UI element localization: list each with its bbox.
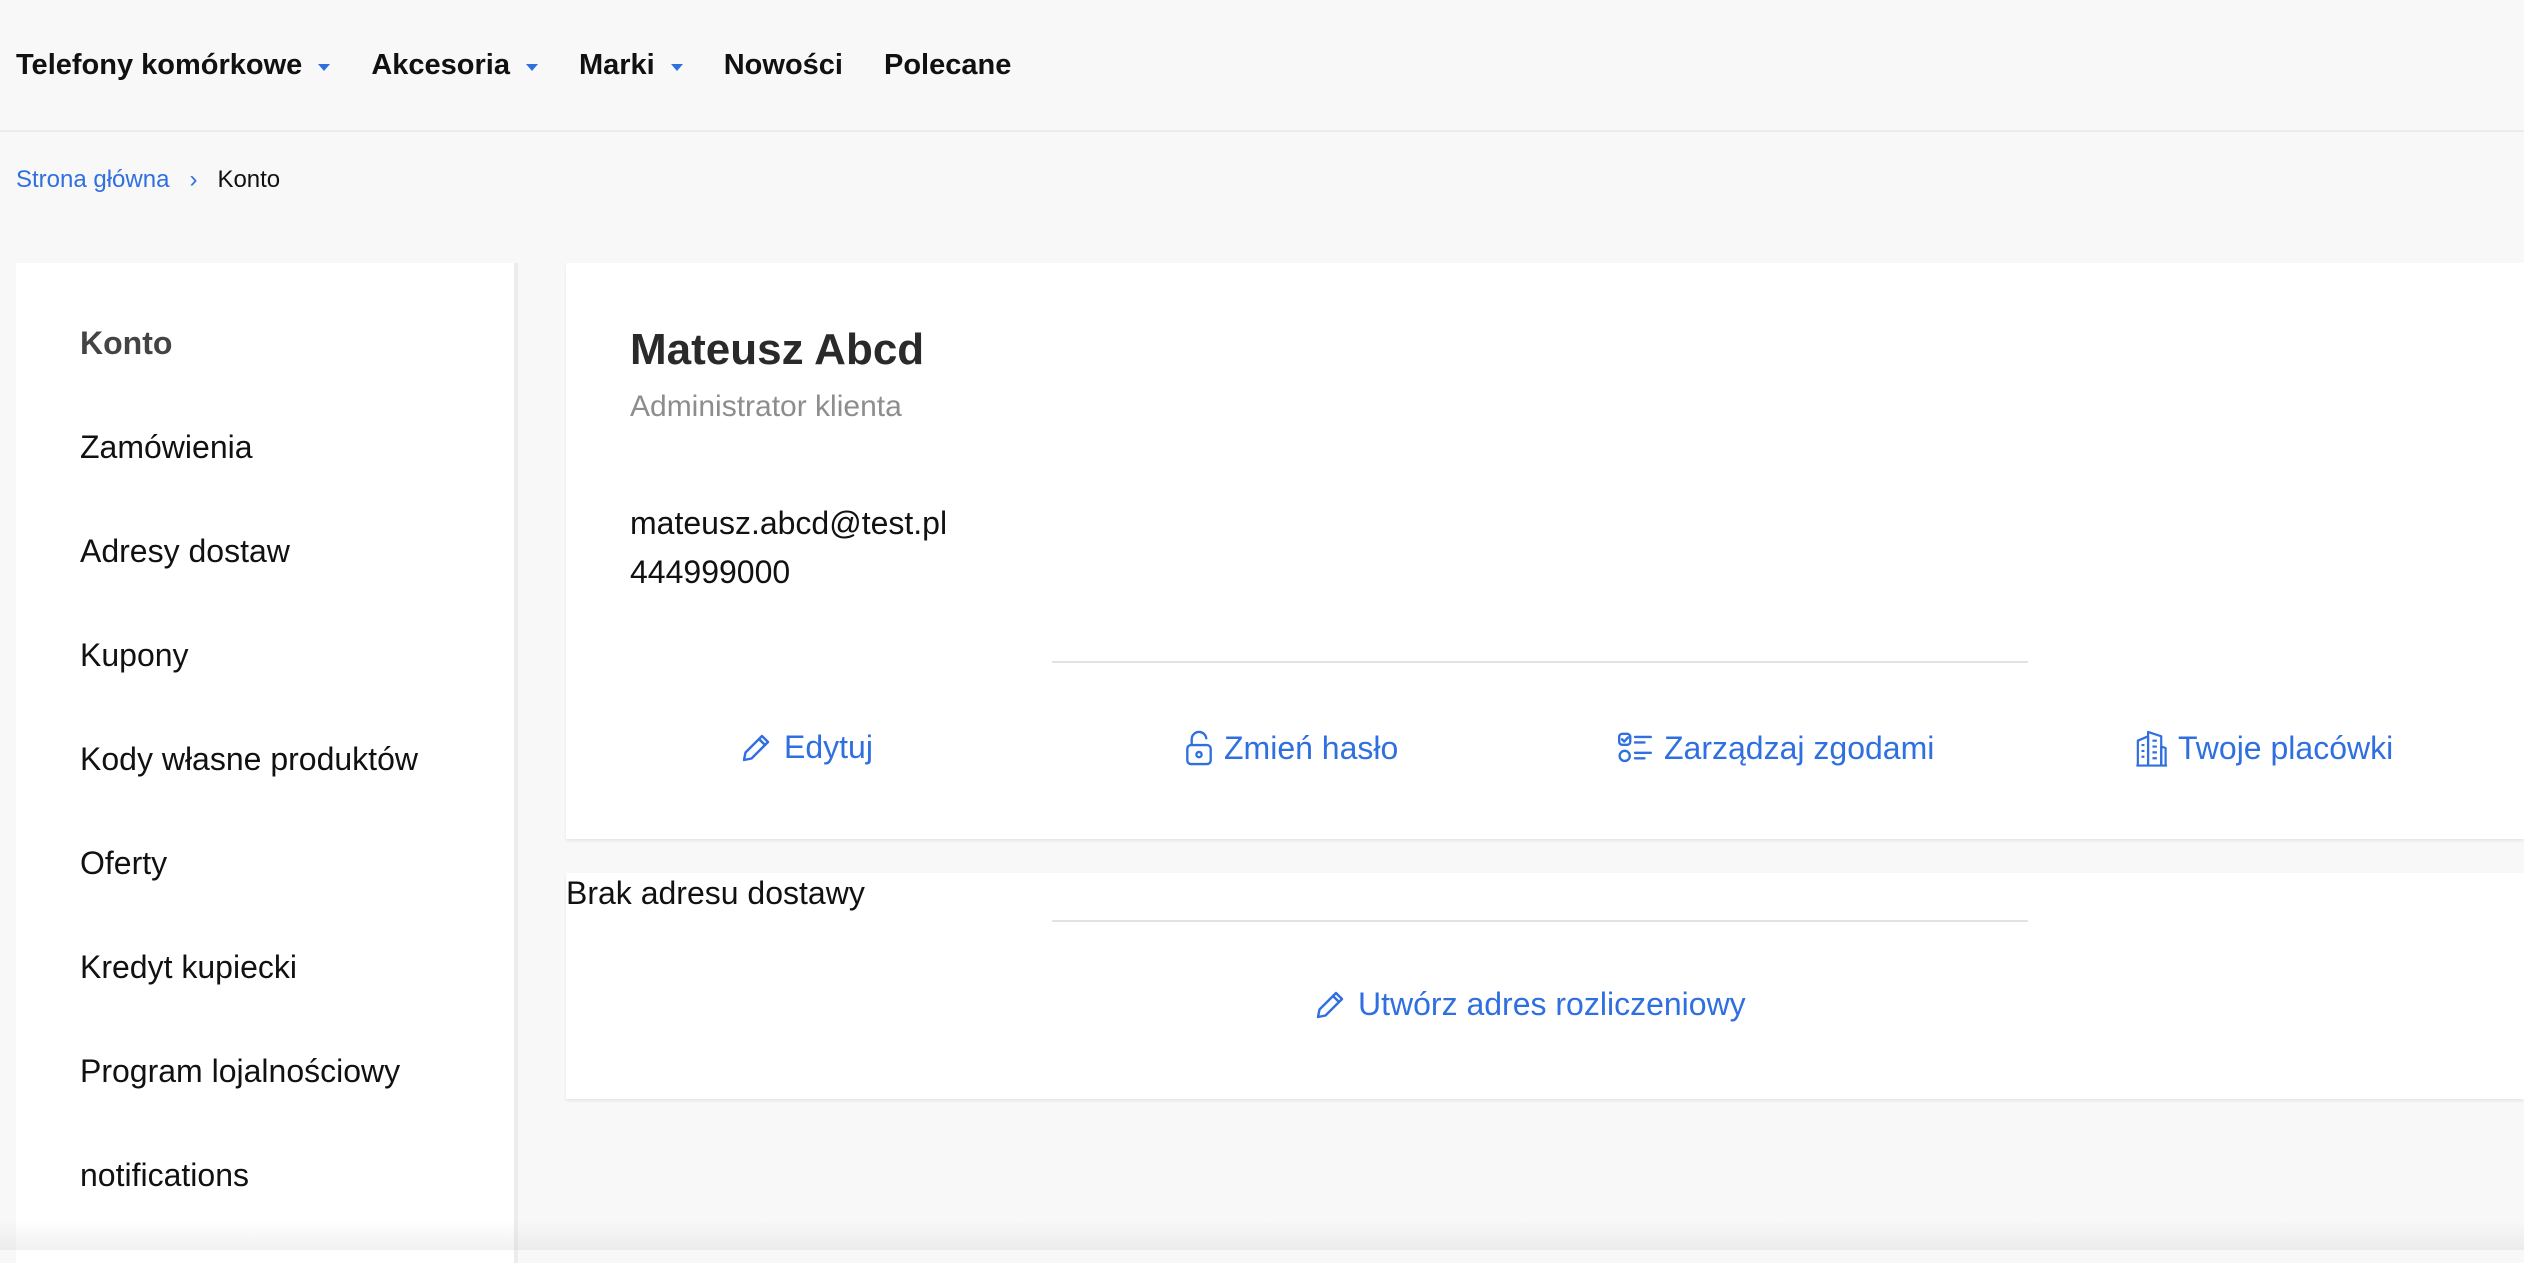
- chevron-down-icon: [318, 63, 331, 71]
- nav-item-label: Nowości: [723, 48, 843, 81]
- lock-icon: [1186, 730, 1212, 766]
- breadcrumb: Strona główna › Konto: [16, 162, 280, 198]
- sidebar-item-kody-wlasne[interactable]: Kody własne produktów: [80, 741, 418, 778]
- nav-item-label: Polecane: [883, 48, 1012, 81]
- nav-item-label: Akcesoria: [371, 48, 510, 81]
- profile-email: mateusz.abcd@test.pl: [630, 505, 948, 541]
- chevron-down-icon: [670, 63, 683, 71]
- account-sidebar: Konto Zamówienia Adresy dostaw Kupony Ko…: [16, 263, 518, 1263]
- sidebar-item-oferty[interactable]: Oferty: [80, 845, 167, 882]
- divider: [1052, 661, 2028, 663]
- your-branches-label: Twoje placówki: [2178, 729, 2394, 766]
- change-password-label: Zmień hasło: [1224, 729, 1399, 766]
- nav-item-label: Telefony komórkowe: [16, 48, 303, 81]
- chevron-down-icon: [525, 63, 538, 71]
- manage-consents-label: Zarządzaj zgodami: [1664, 729, 1935, 766]
- create-billing-address-label: Utwórz adres rozliczeniowy: [1358, 986, 1746, 1022]
- nav-item-telefony[interactable]: Telefony komórkowe: [16, 48, 331, 82]
- pencil-icon: [742, 734, 770, 761]
- breadcrumb-current: Konto: [217, 166, 281, 193]
- profile-name: Mateusz Abcd: [630, 325, 925, 374]
- nav-item-akcesoria[interactable]: Akcesoria: [371, 49, 538, 82]
- chevron-right-icon: ›: [189, 166, 198, 193]
- nav-item-nowosci[interactable]: Nowości: [724, 49, 843, 82]
- your-branches-button[interactable]: Twoje placówki: [2134, 729, 2393, 767]
- edit-button[interactable]: Edytuj: [738, 729, 873, 766]
- nav-item-label: Marki: [578, 48, 655, 81]
- pencil-icon: [1316, 991, 1344, 1018]
- sidebar-item-adresy-dostaw[interactable]: Adresy dostaw: [80, 533, 290, 570]
- building-icon: [2136, 730, 2168, 767]
- profile-phone: 444999000: [630, 554, 791, 590]
- sidebar-item-konto[interactable]: Konto: [80, 325, 172, 362]
- edit-label: Edytuj: [784, 729, 873, 765]
- sidebar-item-program-lojalnosciowy[interactable]: Program lojalnościowy: [80, 1053, 400, 1090]
- change-password-button[interactable]: Zmień hasło: [1184, 729, 1398, 767]
- manage-consents-button[interactable]: Zarządzaj zgodami: [1616, 729, 1934, 767]
- no-address-text: Brak adresu dostawy: [566, 875, 865, 911]
- sidebar-item-notifications[interactable]: notifications: [80, 1157, 249, 1194]
- address-card: Brak adresu dostawy Utwórz adres rozlicz…: [566, 873, 2524, 1099]
- bottom-shadow: [0, 1220, 2524, 1250]
- breadcrumb-home-link[interactable]: Strona główna: [16, 166, 169, 194]
- profile-role: Administrator klienta: [630, 390, 902, 423]
- create-billing-address-button[interactable]: Utwórz adres rozliczeniowy: [1312, 986, 1746, 1023]
- profile-card: Mateusz Abcd Administrator klienta mateu…: [566, 263, 2524, 839]
- checklist-icon: [1617, 732, 1653, 763]
- divider: [1052, 920, 2028, 922]
- sidebar-item-zamowienia[interactable]: Zamówienia: [80, 429, 253, 466]
- top-navigation: Telefony komórkowe Akcesoria Marki Nowoś…: [0, 0, 2524, 132]
- sidebar-item-kredyt-kupiecki[interactable]: Kredyt kupiecki: [80, 949, 297, 986]
- nav-item-marki[interactable]: Marki: [579, 49, 683, 82]
- nav-item-polecane[interactable]: Polecane: [884, 49, 1011, 82]
- sidebar-item-kupony[interactable]: Kupony: [80, 637, 189, 674]
